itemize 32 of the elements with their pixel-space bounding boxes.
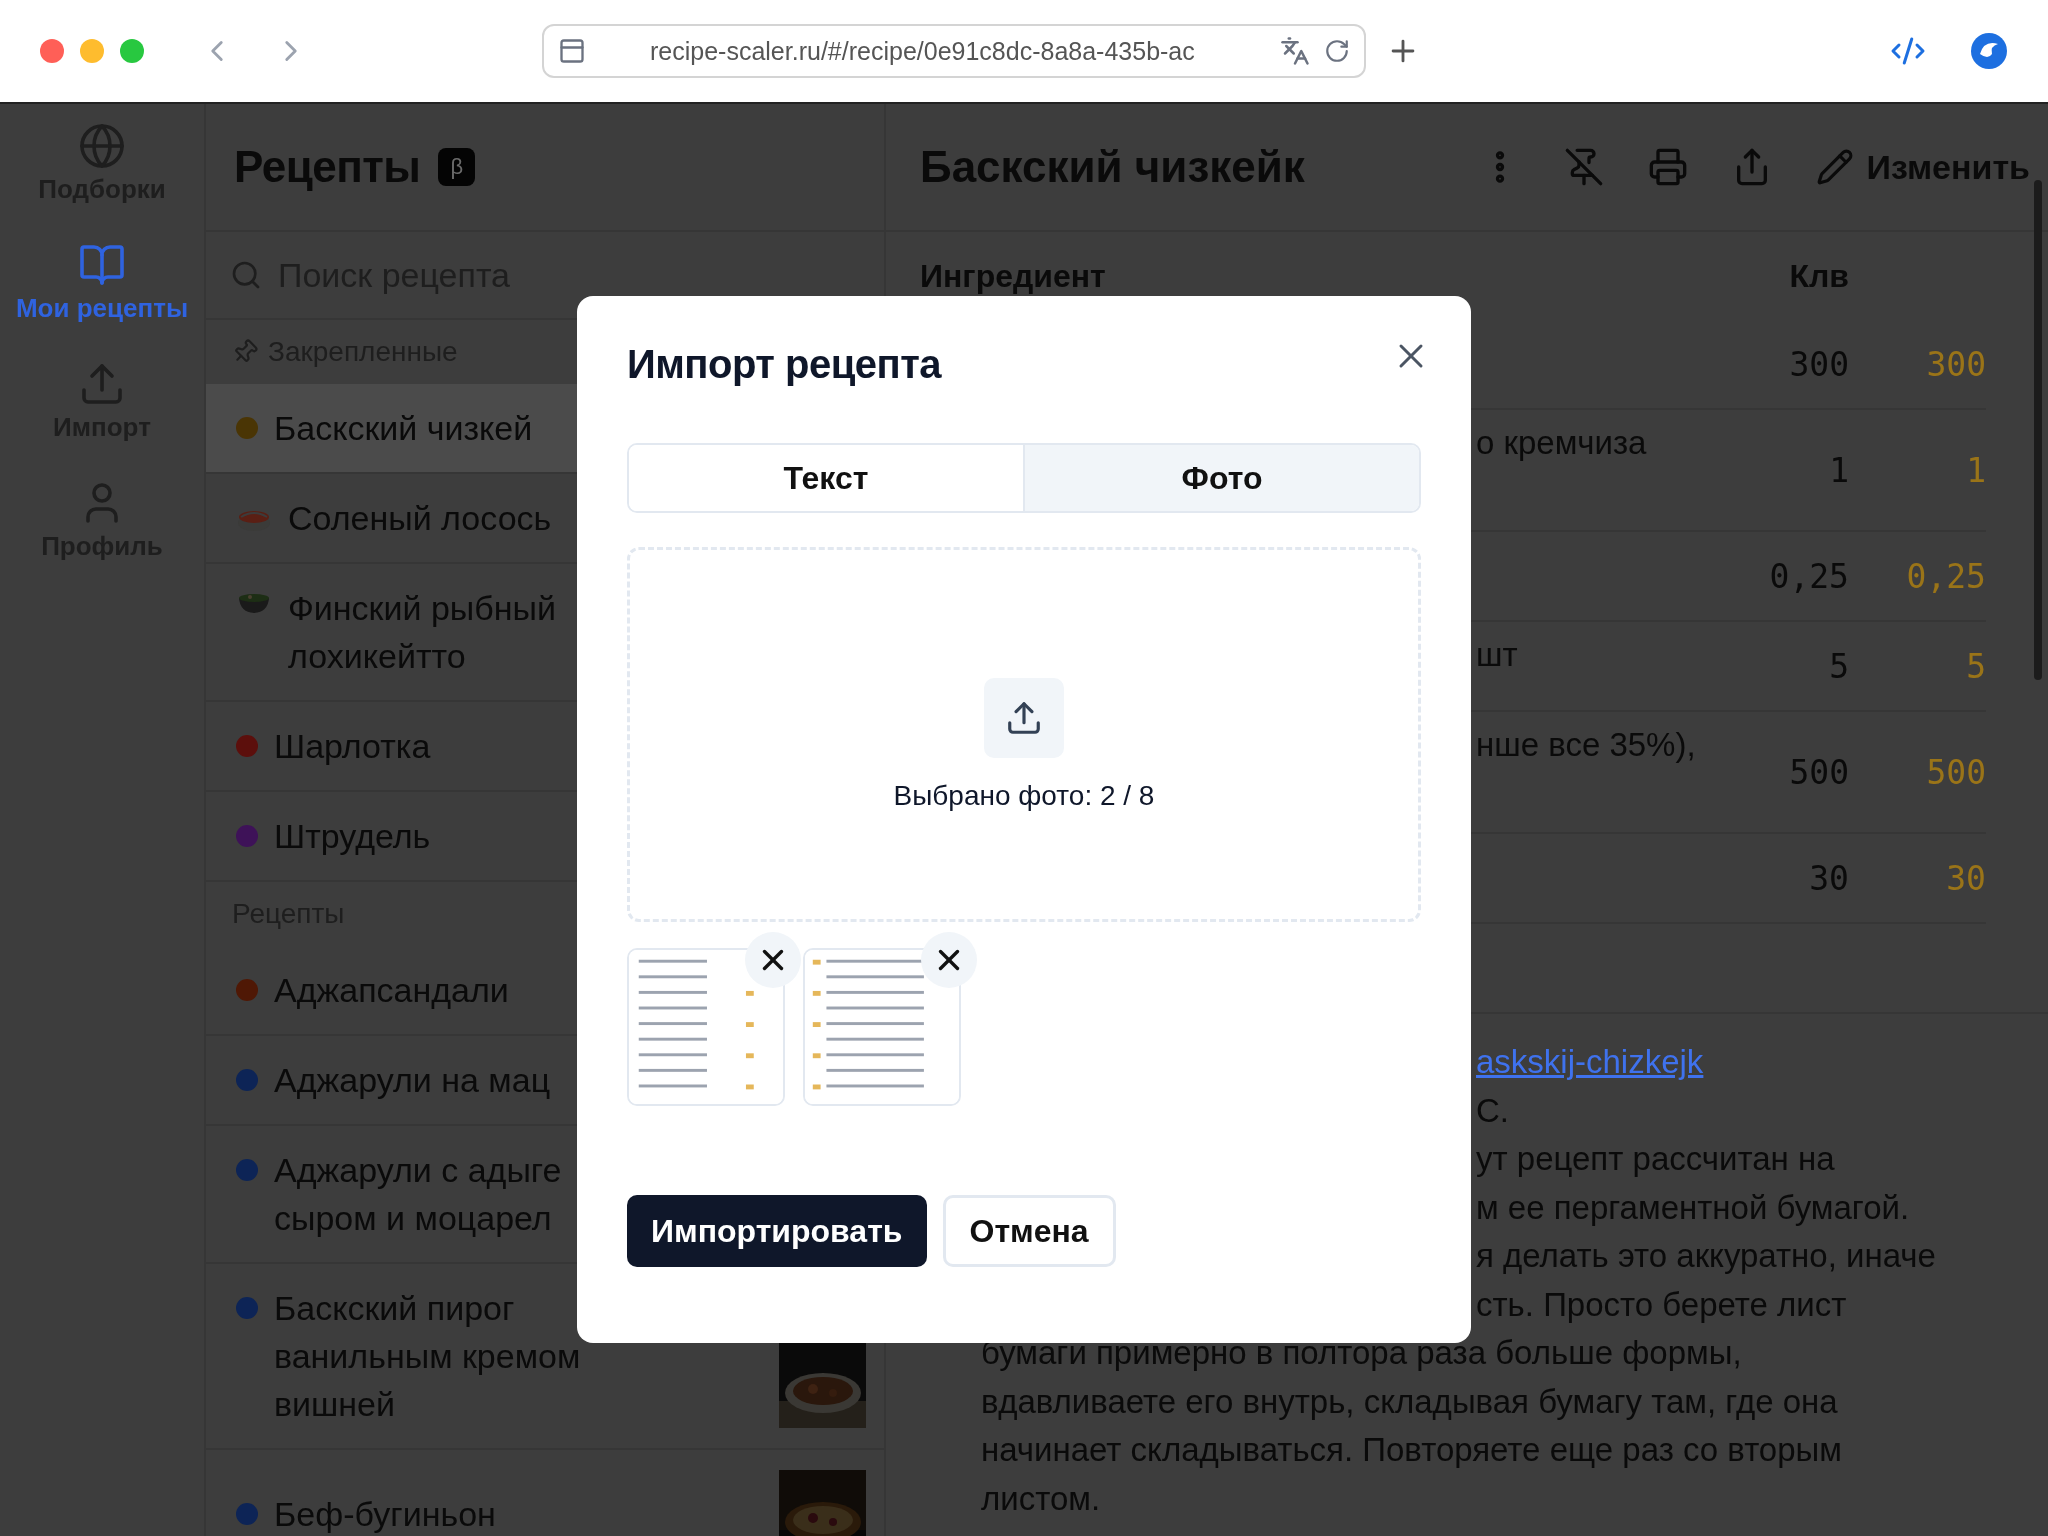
scrollbar[interactable] — [2034, 180, 2042, 680]
page-icon — [558, 37, 586, 65]
scaled-quantity: 5 — [1966, 646, 1986, 686]
import-button[interactable]: Импортировать — [627, 1195, 927, 1267]
cancel-button[interactable]: Отмена — [942, 1195, 1116, 1267]
search-icon — [230, 259, 262, 291]
beta-badge: β — [438, 148, 476, 186]
tab[interactable]: Фото — [1023, 445, 1419, 511]
scaled-quantity: 1 — [1966, 450, 1986, 490]
photo-count: Выбрано фото: 2 / 8 — [893, 779, 1155, 812]
globe-icon — [78, 122, 126, 170]
scaled-quantity: 500 — [1926, 752, 1986, 792]
remove-photo-button[interactable] — [921, 932, 977, 988]
close-window-button[interactable] — [40, 39, 64, 63]
translate-icon[interactable] — [1280, 36, 1310, 66]
maximize-window-button[interactable] — [120, 39, 144, 63]
print-icon[interactable] — [1648, 147, 1689, 187]
remove-photo-button[interactable] — [745, 932, 801, 988]
photo-dropzone[interactable]: Выбрано фото: 2 / 8 — [627, 547, 1421, 922]
upload-icon — [984, 677, 1064, 758]
nav-item[interactable]: Мои рецепты — [15, 241, 189, 324]
minimize-window-button[interactable] — [80, 39, 104, 63]
dialog-title: Импорт рецепта — [627, 342, 942, 387]
browser-logo-icon[interactable] — [1970, 32, 2008, 70]
reload-icon[interactable] — [1324, 38, 1350, 64]
address-bar[interactable]: recipe-scaler.ru/#/recipe/0e91c8dc-8a8a-435b-ac — [542, 24, 1366, 78]
scaled-quantity: 30 — [1946, 858, 1986, 898]
pencil-icon — [1816, 148, 1855, 186]
scaled-quantity: 300 — [1926, 344, 1986, 384]
scaled-quantity: 0,25 — [1906, 556, 1986, 596]
unpin-icon[interactable] — [1564, 147, 1605, 187]
source-link[interactable]: askskij-chizkejk — [1476, 1038, 1704, 1087]
